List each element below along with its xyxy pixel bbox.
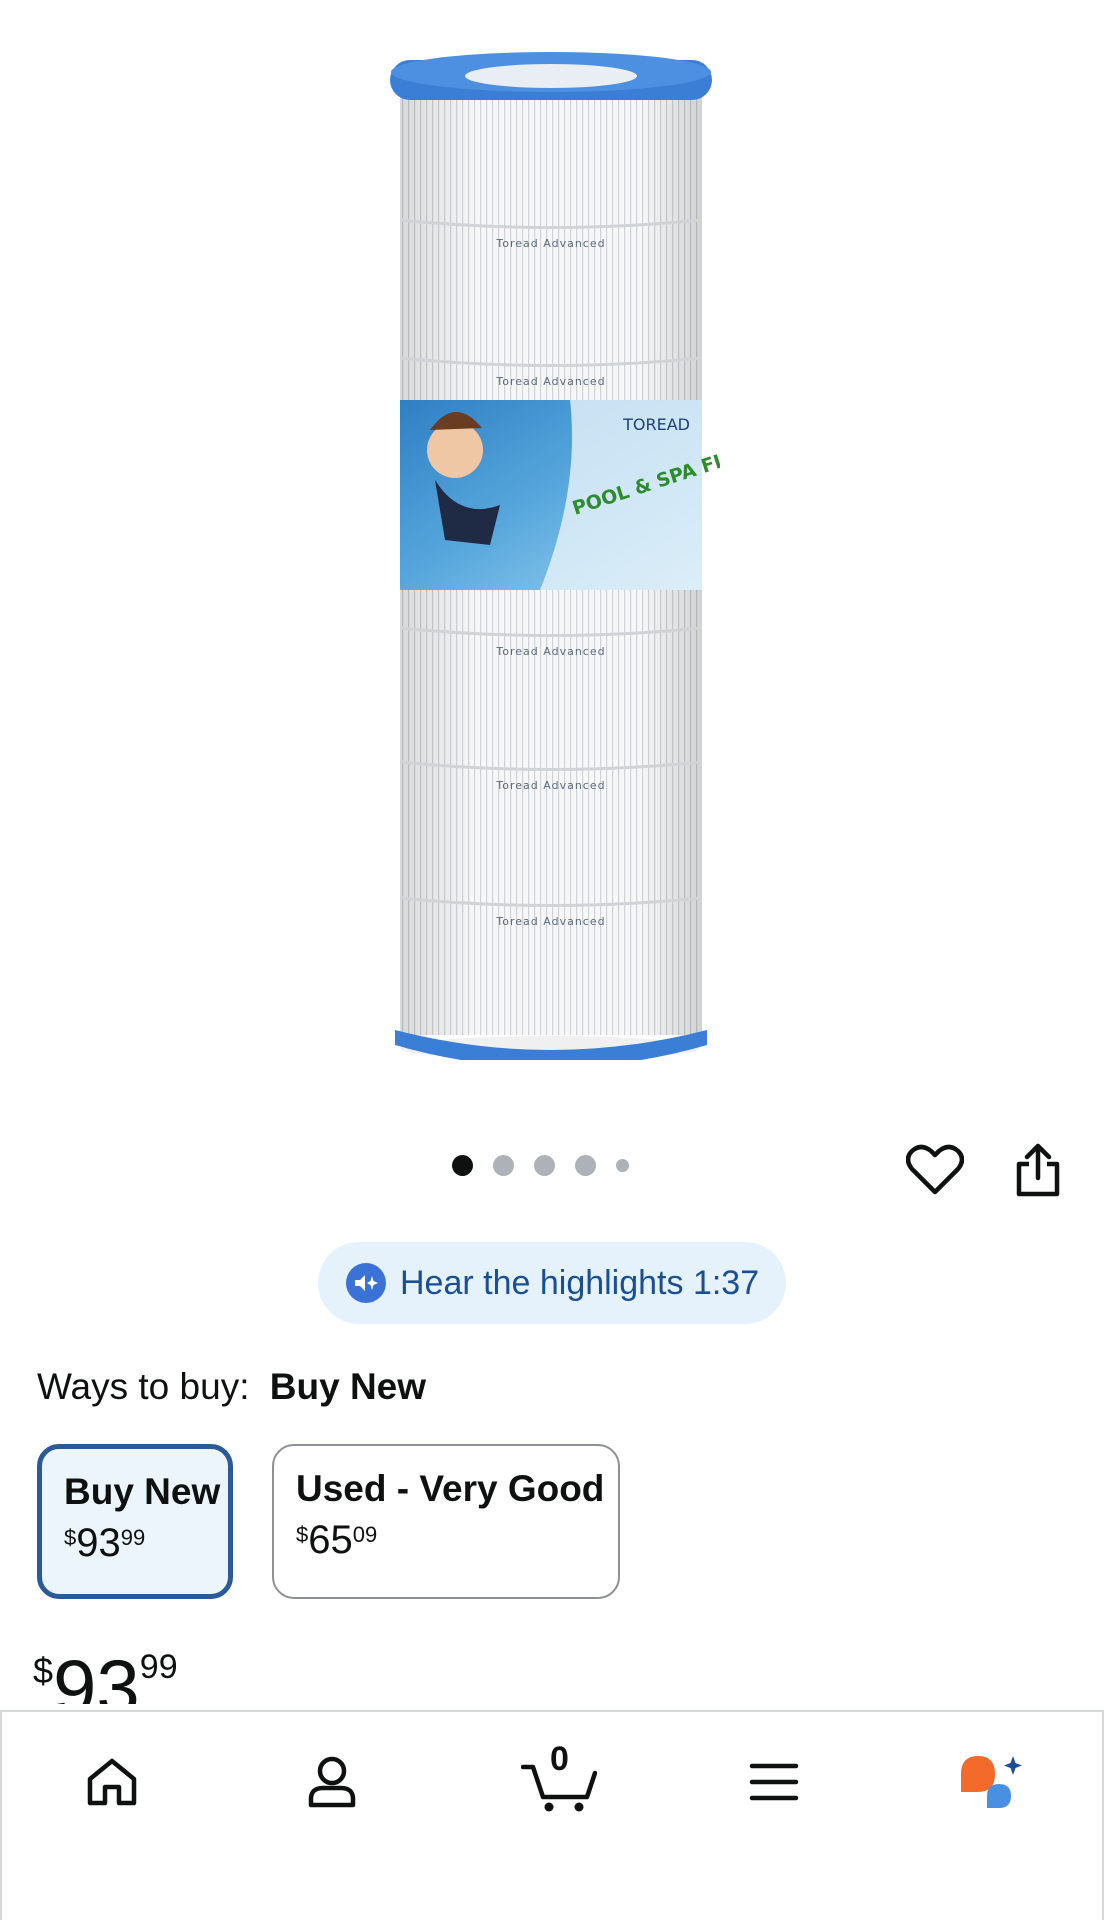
carousel-dot[interactable] <box>616 1159 629 1172</box>
option-price: $6509 <box>296 1518 378 1562</box>
image-carousel-indicator[interactable] <box>452 1155 629 1176</box>
price-fraction: 99 <box>139 1648 178 1686</box>
share-button[interactable] <box>1008 1138 1068 1202</box>
audio-sparkle-icon <box>346 1263 386 1303</box>
svg-text:Toread Advanced: Toread Advanced <box>495 375 605 388</box>
nav-assistant[interactable] <box>952 1742 1032 1822</box>
carousel-dot[interactable] <box>452 1155 473 1176</box>
nav-cart[interactable]: 0 <box>514 1740 604 1822</box>
svg-text:Toread Advanced: Toread Advanced <box>495 645 605 658</box>
ways-to-buy-heading: Ways to buy: Buy New <box>37 1366 426 1408</box>
cart-count-badge: 0 <box>550 1740 569 1778</box>
home-icon <box>87 1758 137 1806</box>
nav-menu[interactable] <box>734 1742 814 1822</box>
share-icon <box>1016 1143 1060 1197</box>
product-image[interactable]: Toread Advanced Toread Advanced Toread A… <box>390 50 720 1060</box>
carousel-dot[interactable] <box>493 1155 514 1176</box>
used-very-good-option[interactable]: Used - Very Good $6509 <box>272 1444 620 1599</box>
menu-icon <box>749 1763 799 1801</box>
nav-home[interactable] <box>72 1742 152 1822</box>
bottom-navigation-bar: 0 <box>0 1710 1104 1920</box>
option-title: Used - Very Good <box>296 1468 605 1509</box>
ways-to-buy-selected: Buy New <box>269 1366 427 1407</box>
ways-to-buy-prefix: Ways to buy: <box>37 1366 250 1407</box>
svg-text:Toread Advanced: Toread Advanced <box>495 915 605 928</box>
carousel-dot[interactable] <box>575 1155 596 1176</box>
carousel-dot[interactable] <box>534 1155 555 1176</box>
option-price: $9399 <box>64 1521 146 1565</box>
wishlist-button[interactable] <box>900 1140 970 1200</box>
hear-highlights-button[interactable]: Hear the highlights 1:37 <box>318 1242 786 1324</box>
svg-text:Toread Advanced: Toread Advanced <box>495 779 605 792</box>
nav-account[interactable] <box>292 1742 372 1822</box>
price-currency: $ <box>33 1650 54 1691</box>
price-display: $9399 <box>33 1642 178 1704</box>
buy-new-option[interactable]: Buy New $9399 <box>37 1444 233 1599</box>
svg-text:TOREAD: TOREAD <box>622 415 690 434</box>
account-icon <box>308 1756 356 1808</box>
hear-highlights-label: Hear the highlights 1:37 <box>400 1263 760 1302</box>
price-whole: 93 <box>53 1643 140 1704</box>
heart-icon <box>906 1144 964 1195</box>
page-title-cut <box>0 0 1104 14</box>
svg-text:Toread Advanced: Toread Advanced <box>495 237 605 250</box>
assistant-icon <box>961 1756 1022 1808</box>
option-title: Buy New <box>64 1471 221 1512</box>
